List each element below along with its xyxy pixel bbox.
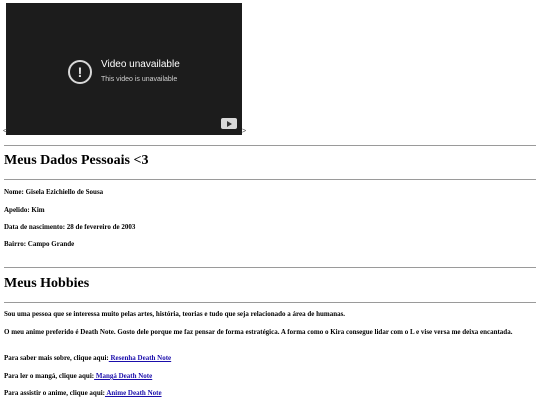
manga-prefix: Para ler o mangá, clique aqui: xyxy=(4,372,95,380)
video-unavailable-subtitle: This video is unavailable xyxy=(101,76,178,83)
anime-watch-prefix: Para assistir o anime, clique aqui: xyxy=(4,389,105,397)
video-unavailable-title: Video unavailable xyxy=(101,59,180,70)
divider xyxy=(4,267,536,268)
right-marker: > xyxy=(242,128,247,135)
divider xyxy=(4,179,536,180)
personal-data-heading: Meus Dados Pessoais <3 xyxy=(4,153,149,168)
manga-link[interactable]: Mangá Death Note xyxy=(94,372,152,380)
birthdate-text: Data de nascimento: 28 de fevereiro de 2… xyxy=(4,223,136,231)
neighborhood-text: Bairro: Campo Grande xyxy=(4,240,75,248)
manga-line: Para ler o mangá, clique aqui: Mangá Dea… xyxy=(4,372,532,381)
left-marker: < xyxy=(3,128,8,135)
review-link[interactable]: Resenha Death Note xyxy=(109,354,172,362)
review-line: Para saber mais sobre, clique aqui: Rese… xyxy=(4,354,532,363)
anime-watch-link[interactable]: Anime Death Note xyxy=(105,389,161,397)
youtube-logo-icon[interactable] xyxy=(221,118,237,129)
hobbies-heading: Meus Hobbies xyxy=(4,276,90,291)
video-embed[interactable]: ! Video unavailable This video is unavai… xyxy=(6,3,242,135)
alert-icon: ! xyxy=(68,60,92,84)
divider xyxy=(4,302,536,303)
nickname-text: Apelido: Kim xyxy=(4,206,45,214)
divider xyxy=(4,145,536,146)
anime-watch-line: Para assistir o anime, clique aqui: Anim… xyxy=(4,389,532,398)
review-prefix: Para saber mais sobre, clique aqui: xyxy=(4,354,109,362)
intro-paragraph: Sou uma pessoa que se interessa muito pe… xyxy=(4,310,346,318)
name-text: Nome: Gisela Ezichiello de Sousa xyxy=(4,188,104,196)
anime-paragraph: O meu anime preferido é Death Note. Gost… xyxy=(4,328,513,336)
